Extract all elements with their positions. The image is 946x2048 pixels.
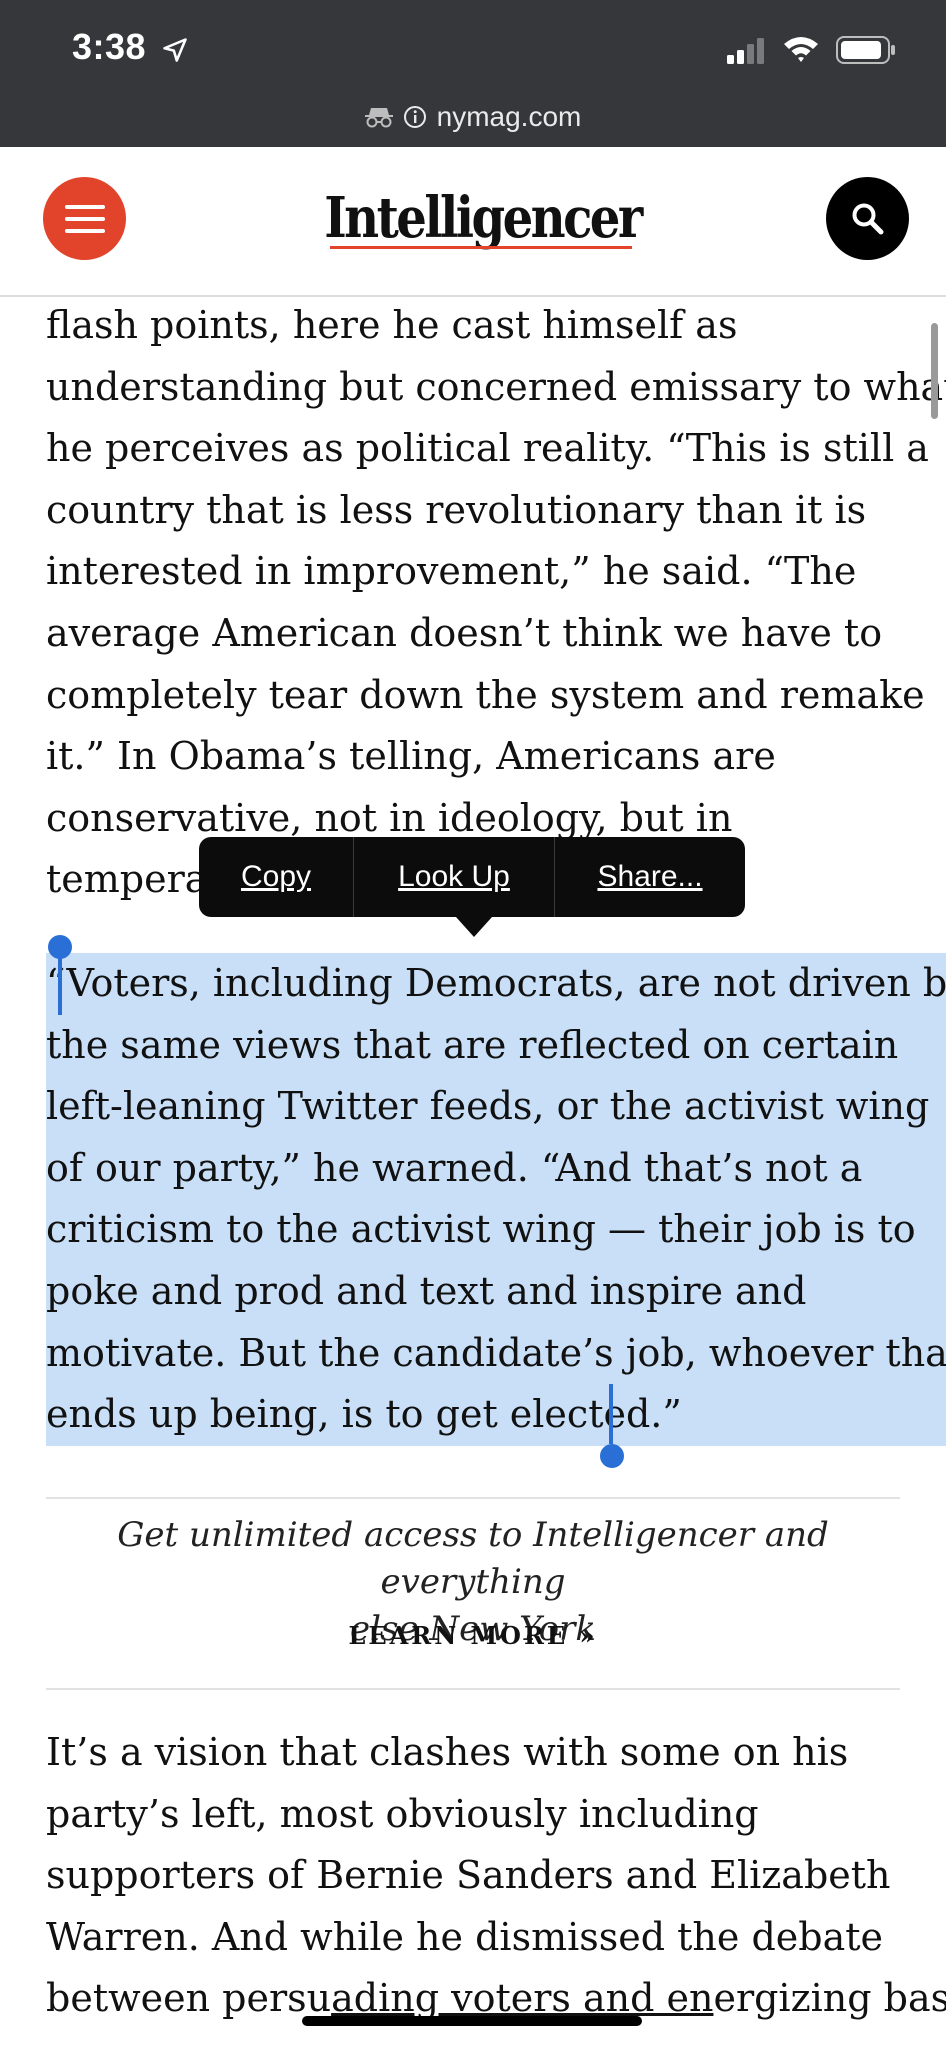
text-line: flash points, here he cast himself as <box>46 303 738 347</box>
selected-text-line[interactable]: motivate. But the candidate’s job, whoev… <box>46 1322 946 1385</box>
selected-text-line[interactable]: left-leaning Twitter feeds, or the activ… <box>46 1076 946 1138</box>
article-paragraph: It’s a vision that clashes with some on … <box>46 1722 946 2030</box>
learn-more-link[interactable]: LEARN MORE » <box>46 1621 900 1650</box>
status-time: 3:38 <box>72 26 147 67</box>
selection-end-handle[interactable] <box>600 1444 624 1468</box>
battery-icon <box>836 36 895 64</box>
logo-underline <box>330 246 632 249</box>
hamburger-menu-icon[interactable] <box>43 177 126 260</box>
text-line: average American doesn’t think we have t… <box>46 610 883 655</box>
text-line: It’s a vision that clashes with some on … <box>46 1730 849 1774</box>
divider <box>46 1497 900 1499</box>
text-selection-menu: Copy Look Up Share... <box>199 837 745 917</box>
selected-quote-paragraph[interactable]: “Voters, including Democrats, are not dr… <box>46 953 946 1446</box>
selected-text-line[interactable]: of our party,” he warned. “And that’s no… <box>46 1137 946 1200</box>
text-line: completely tear down the system and rema… <box>46 672 925 717</box>
text-line: understanding but concerned emissary to … <box>46 364 946 409</box>
status-and-url-bar: 3:38 nymag.com <box>0 0 946 147</box>
selected-text-line[interactable]: criticism to the activist wing — their j… <box>46 1199 946 1261</box>
text-line: Warren. And while he dismissed the debat… <box>46 1914 884 1959</box>
selected-text-line[interactable]: “Voters, including Democrats, are not dr… <box>46 953 946 1015</box>
look-up-menu-item[interactable]: Look Up <box>354 837 554 917</box>
private-browsing-icon <box>364 108 393 128</box>
search-icon <box>852 203 884 235</box>
text-fragment: between persu <box>46 1976 332 2021</box>
location-arrow-icon <box>163 38 187 62</box>
home-indicator[interactable] <box>302 2016 642 2026</box>
text-line: supporters of Bernie Sanders and Elizabe… <box>46 1853 891 1898</box>
copy-menu-item[interactable]: Copy <box>199 837 353 917</box>
search-button[interactable] <box>826 177 909 260</box>
article-paragraph: flash points, here he cast himself as un… <box>46 295 946 911</box>
text-line: he perceives as political reality. “This… <box>46 426 929 471</box>
url-bar[interactable]: nymag.com <box>0 97 946 137</box>
selection-start-handle-bar <box>58 955 62 1015</box>
inline-article-link[interactable]: ading voters and en <box>331 1976 713 2020</box>
share-menu-item[interactable]: Share... <box>555 837 745 917</box>
selected-text-line[interactable]: ends up being, is to get elected.” <box>46 1384 946 1446</box>
text-line: interested in improvement,” he said. “Th… <box>46 549 857 594</box>
text-fragment: ergizing base <box>713 1976 946 2021</box>
promo-line: Get unlimited access to Intelligencer an… <box>117 1515 829 1602</box>
selected-text-line[interactable]: poke and prod and text and inspire and <box>46 1260 946 1323</box>
wifi-icon <box>784 37 818 62</box>
cellular-signal-icon <box>727 38 764 64</box>
selection-start-handle[interactable] <box>48 935 72 959</box>
divider <box>46 1688 900 1690</box>
site-logo[interactable]: Intelligencer <box>324 185 643 251</box>
text-line: party’s left, most obviously including <box>46 1791 759 1836</box>
info-icon[interactable] <box>403 105 427 129</box>
selected-text-line[interactable]: the same views that are reflected on cer… <box>46 1014 946 1077</box>
article-body: flash points, here he cast himself as un… <box>46 295 946 1446</box>
menu-pointer-arrow <box>456 917 492 937</box>
scrollbar[interactable] <box>931 323 938 419</box>
selection-end-handle-bar <box>609 1384 613 1444</box>
text-line: country that is less revolutionary than … <box>46 487 867 532</box>
url-domain: nymag.com <box>436 101 582 132</box>
site-header: Intelligencer <box>0 147 946 297</box>
text-line: it.” In Obama’s telling, Americans are <box>46 734 776 779</box>
